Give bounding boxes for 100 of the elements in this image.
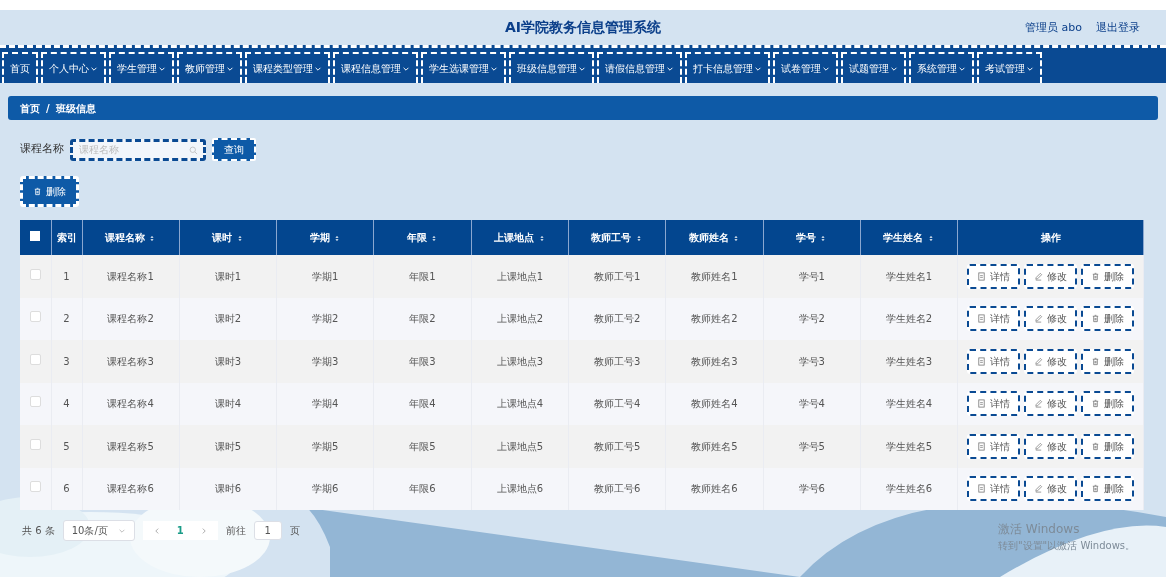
nav-item[interactable]: 考试管理	[977, 52, 1042, 83]
column-header[interactable]: 学生姓名	[883, 232, 924, 243]
edit-button[interactable]: 修改	[1024, 476, 1078, 502]
nav-item[interactable]: 班级信息管理	[509, 52, 594, 83]
nav-item[interactable]: 请假信息管理	[597, 52, 682, 83]
trash-icon	[1091, 399, 1101, 409]
table-cell: 教师工号6	[593, 483, 641, 495]
row-checkbox[interactable]	[29, 438, 41, 450]
table-cell: 课程名称4	[107, 398, 154, 410]
nav-item[interactable]: 学生选课管理	[421, 52, 506, 83]
edit-button[interactable]: 修改	[1024, 433, 1078, 459]
detail-button[interactable]: 详情	[967, 306, 1021, 332]
table-cell: 上课地点5	[496, 440, 543, 452]
pencil-icon	[1034, 484, 1044, 494]
table-cell: 学号4	[798, 398, 825, 410]
activation-title: 激活 Windows	[998, 521, 1081, 538]
table-cell: 教师姓名2	[691, 313, 738, 325]
goto-label: 前往	[225, 524, 246, 538]
pencil-icon	[1034, 441, 1044, 451]
nav-item[interactable]: 试卷管理	[773, 52, 838, 83]
column-header[interactable]: 年限	[406, 232, 427, 243]
table-cell: 学期1	[312, 270, 339, 282]
user-name: 管理员 abo	[1025, 20, 1082, 36]
detail-button[interactable]: 详情	[967, 433, 1021, 459]
delete-button[interactable]: 删除	[1081, 348, 1135, 374]
nav-item[interactable]: 系统管理	[909, 52, 974, 83]
row-checkbox[interactable]	[29, 353, 41, 365]
table-cell: 上课地点1	[496, 270, 543, 282]
column-header[interactable]: 教师姓名	[688, 232, 729, 243]
delete-button[interactable]: 删除	[1081, 433, 1135, 459]
delete-button[interactable]: 删除	[1081, 476, 1135, 502]
table-cell: 年限4	[409, 398, 436, 410]
edit-button[interactable]: 修改	[1024, 306, 1078, 332]
table-cell: 教师工号5	[593, 440, 641, 452]
table-cell: 3	[63, 355, 70, 367]
pencil-icon	[1034, 314, 1044, 324]
column-header[interactable]: 课时	[212, 232, 233, 243]
nav-item[interactable]: 首页	[2, 52, 38, 83]
delete-button[interactable]: 删除	[1081, 391, 1135, 417]
page-suffix: 页	[289, 524, 300, 538]
breadcrumb-item[interactable]: 首页	[20, 100, 40, 116]
table-cell: 学生姓名1	[885, 270, 933, 282]
nav-item[interactable]: 学生管理	[109, 52, 174, 83]
detail-button[interactable]: 详情	[967, 348, 1021, 374]
nav-item[interactable]: 课程信息管理	[333, 52, 418, 83]
document-icon	[977, 314, 987, 324]
table-cell: 教师姓名4	[691, 398, 738, 410]
table-cell: 上课地点4	[496, 398, 543, 410]
delete-button[interactable]: 删除	[20, 176, 79, 207]
detail-button[interactable]: 详情	[967, 391, 1021, 417]
page-input[interactable]: 1	[253, 521, 282, 540]
nav-item[interactable]: 个人中心	[41, 52, 106, 83]
page-size-select[interactable]: 10条/页	[62, 520, 135, 541]
column-header[interactable]: 课程名称	[104, 232, 145, 243]
search-button[interactable]: 查询	[212, 138, 256, 161]
nav-item[interactable]: 打卡信息管理	[685, 52, 770, 83]
document-icon	[977, 441, 987, 451]
table-cell: 学号2	[798, 313, 825, 325]
detail-button[interactable]: 详情	[967, 263, 1021, 289]
edit-button[interactable]: 修改	[1024, 391, 1078, 417]
table-cell: 学生姓名3	[885, 355, 933, 367]
table-cell: 年限5	[409, 440, 436, 452]
table-cell: 学号1	[798, 270, 825, 282]
table-cell: 课时3	[214, 355, 242, 367]
column-header[interactable]: 学号	[796, 232, 816, 243]
table-cell: 课时1	[214, 270, 242, 282]
select-all-checkbox[interactable]	[30, 231, 41, 241]
detail-button[interactable]: 详情	[967, 476, 1021, 502]
table-cell: 课程名称2	[107, 313, 154, 325]
row-checkbox[interactable]	[29, 481, 41, 493]
table-cell: 学期3	[312, 355, 339, 367]
column-header[interactable]: 上课地点	[494, 232, 535, 243]
table-cell: 6	[63, 483, 70, 495]
nav-item[interactable]: 课程类型管理	[245, 52, 330, 83]
nav-item[interactable]: 试题管理	[841, 52, 906, 83]
column-header[interactable]: 学期	[309, 232, 330, 243]
trash-icon	[1091, 314, 1101, 324]
prev-page-icon	[152, 526, 161, 535]
edit-button[interactable]: 修改	[1024, 348, 1078, 374]
column-header: 操作	[1040, 232, 1061, 243]
document-icon	[977, 271, 987, 281]
total-count: 共 6 条	[22, 524, 55, 538]
table-cell: 学生姓名5	[885, 440, 933, 452]
app-title: AI学院教务信息管理系统	[504, 18, 661, 37]
table-cell: 教师工号3	[593, 355, 641, 367]
column-header[interactable]: 教师工号	[591, 232, 632, 243]
table-cell: 上课地点2	[496, 313, 543, 325]
table-cell: 学生姓名6	[885, 483, 933, 495]
edit-button[interactable]: 修改	[1024, 263, 1078, 289]
row-checkbox[interactable]	[29, 311, 41, 323]
row-checkbox[interactable]	[29, 396, 41, 408]
table-cell: 2	[63, 313, 70, 325]
delete-button[interactable]: 删除	[1081, 263, 1135, 289]
row-checkbox[interactable]	[29, 268, 41, 280]
nav-item[interactable]: 教师管理	[177, 52, 242, 83]
delete-button[interactable]: 删除	[1081, 306, 1135, 332]
table-cell: 5	[63, 440, 70, 452]
logout-link[interactable]: 退出登录	[1096, 20, 1140, 37]
table-cell: 教师工号4	[593, 398, 641, 410]
search-field[interactable]: 课程名称	[70, 138, 206, 161]
